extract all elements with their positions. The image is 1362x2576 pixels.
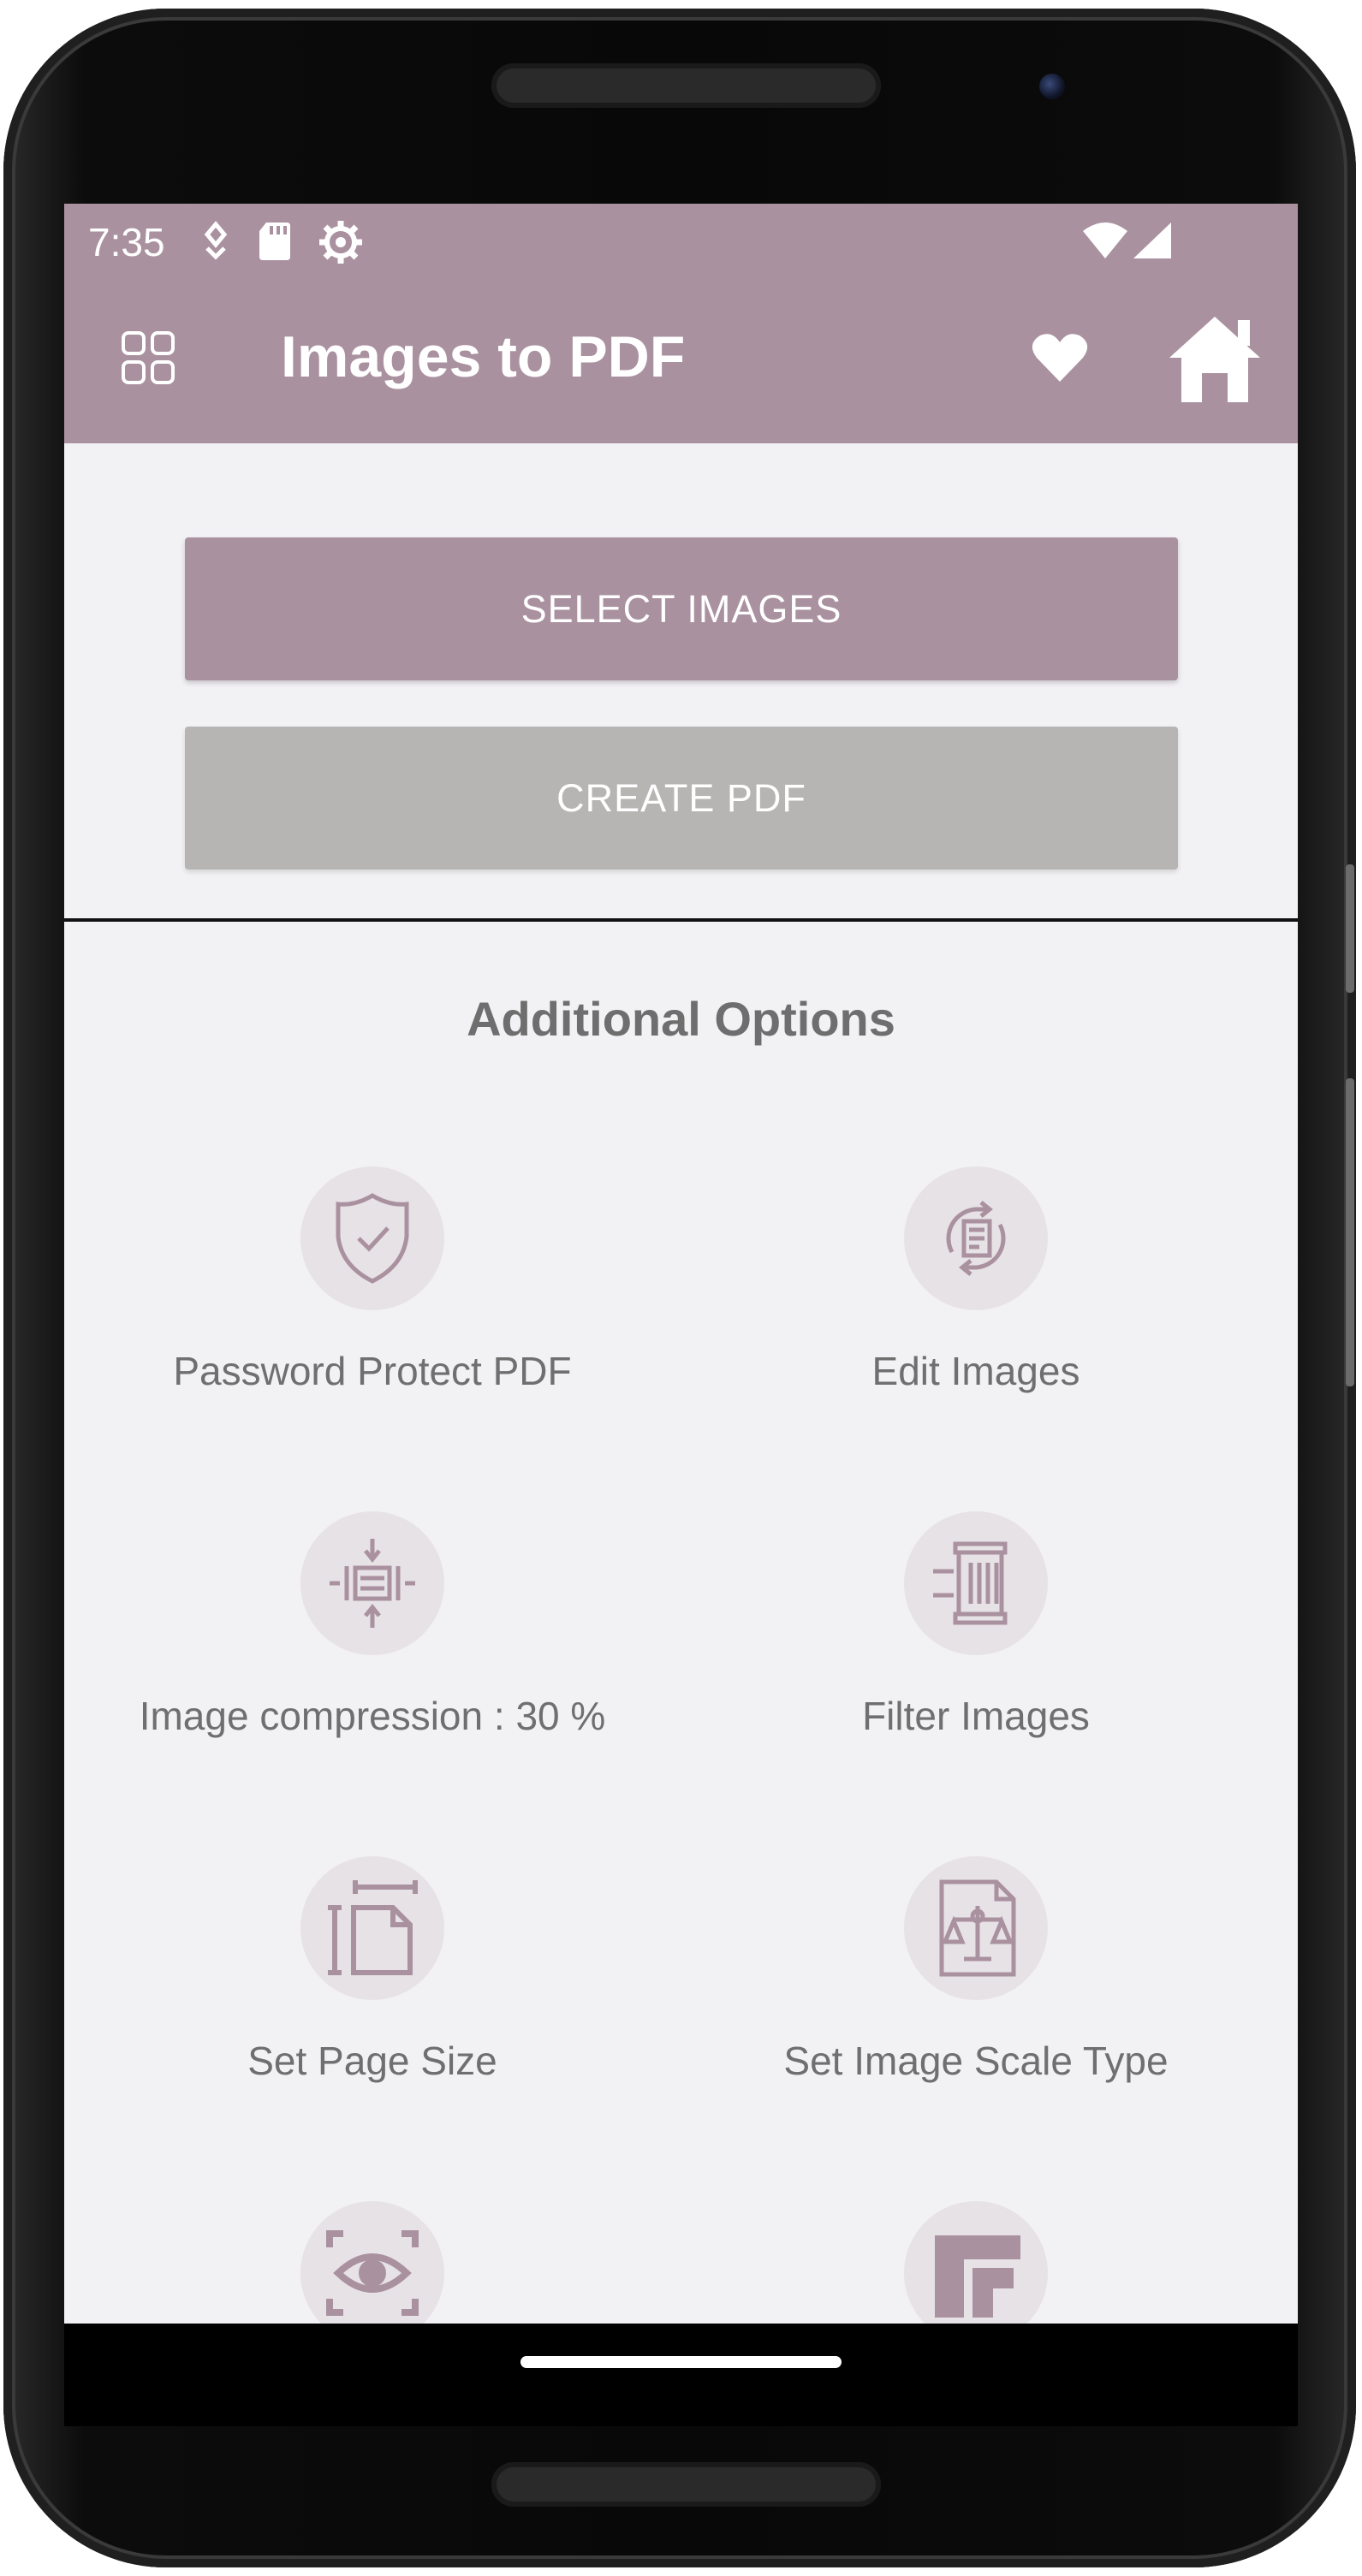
option-margin[interactable]	[668, 2201, 1284, 2324]
filter-icon	[904, 1511, 1048, 1655]
heart-icon[interactable]	[1032, 332, 1088, 387]
option-filter-images[interactable]: Filter Images	[668, 1511, 1284, 1768]
option-edit-images[interactable]: Edit Images	[668, 1166, 1284, 1423]
page-size-icon	[300, 1856, 444, 2000]
margin-icon	[904, 2201, 1048, 2324]
section-divider	[64, 918, 1298, 922]
status-time: 7:35	[88, 220, 165, 264]
option-image-compression[interactable]: Image compression : 30 %	[64, 1511, 681, 1768]
option-label: Password Protect PDF	[173, 1349, 572, 1393]
option-label: Filter Images	[862, 1694, 1090, 1738]
option-eye-scan[interactable]	[64, 2201, 681, 2324]
sd-card-icon	[258, 219, 292, 271]
wifi-icon	[1081, 221, 1129, 270]
app-bar: 7:35 Images to PDF	[64, 204, 1298, 443]
option-set-image-scale-type[interactable]: Set Image Scale Type	[668, 1856, 1284, 2113]
create-pdf-button[interactable]: CREATE PDF	[185, 727, 1178, 870]
grid-menu-icon[interactable]	[121, 330, 175, 389]
option-label: Set Page Size	[247, 2039, 497, 2083]
cell-signal-icon	[1132, 221, 1173, 270]
option-set-page-size[interactable]: Set Page Size	[64, 1856, 681, 2113]
power-button	[1346, 864, 1354, 993]
option-label: Edit Images	[871, 1349, 1080, 1393]
home-icon[interactable]	[1166, 313, 1264, 409]
option-label: Image compression : 30 %	[139, 1694, 606, 1738]
option-password-protect[interactable]: Password Protect PDF	[64, 1166, 681, 1423]
volume-button	[1346, 1078, 1354, 1386]
front-camera	[1039, 74, 1065, 99]
eye-scan-icon	[300, 2201, 444, 2324]
home-gesture-handle[interactable]	[520, 2356, 842, 2368]
app-screen: 7:35 Images to PDF SELECT IMAGES CREATE …	[64, 204, 1298, 2324]
additional-options-title: Additional Options	[467, 992, 895, 1046]
shield-check-icon	[300, 1166, 444, 1310]
compress-icon	[300, 1511, 444, 1655]
scale-document-icon	[904, 1856, 1048, 2000]
system-navigation-bar	[64, 2324, 1298, 2426]
option-label: Set Image Scale Type	[783, 2039, 1169, 2083]
bottom-speaker	[491, 2462, 881, 2507]
earpiece-speaker	[491, 63, 881, 108]
status-bar: 7:35	[64, 204, 1298, 281]
select-images-button[interactable]: SELECT IMAGES	[185, 537, 1178, 680]
settings-gear-icon	[318, 219, 364, 275]
notification-icon	[197, 219, 235, 271]
edit-document-icon	[904, 1166, 1048, 1310]
page-title: Images to PDF	[281, 324, 686, 389]
